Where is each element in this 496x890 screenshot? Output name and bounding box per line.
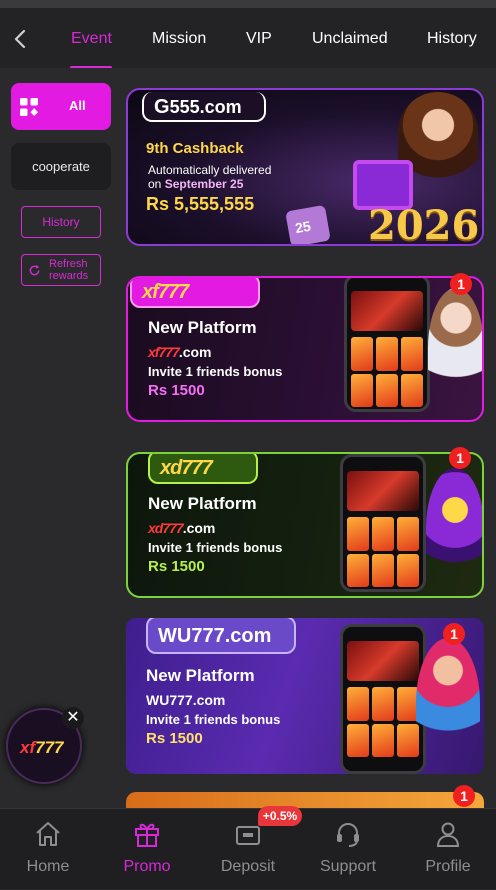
nav-home-label: Home (26, 858, 70, 875)
cashback-title: 9th Cashback (146, 140, 244, 157)
category-all-button[interactable]: All (11, 83, 111, 130)
phone-mockup (344, 278, 430, 412)
notification-badge: 1 (443, 623, 465, 645)
promo-banner-555-cashback[interactable]: G555.com 9th Cashback Automatically deli… (126, 88, 484, 246)
platform-domain: WU777.com (146, 692, 226, 708)
tab-mission[interactable]: Mission (152, 30, 206, 48)
categories-grid-icon (20, 98, 38, 116)
bonus-amount: Rs 1500 (146, 730, 203, 747)
refresh-icon (29, 264, 40, 276)
character-illustration (428, 288, 482, 408)
invite-text: Invite 1 friends bonus (148, 540, 283, 555)
headset-icon (337, 823, 359, 847)
gift-icon (135, 823, 159, 847)
refresh-rewards-button[interactable]: Refresh rewards (21, 254, 101, 286)
tab-bar: Event Mission VIP Unclaimed History (0, 8, 496, 69)
phone-mockup (340, 454, 426, 592)
calendar-icon: 25 (285, 204, 331, 244)
category-sidebar: All cooperate History Refresh rewards (0, 68, 118, 808)
nav-promo-label: Promo (123, 858, 171, 875)
notification-badge: 1 (453, 785, 475, 807)
notification-badge: 1 (449, 447, 471, 469)
nav-support[interactable]: Support (303, 809, 393, 890)
category-all-label: All (69, 98, 86, 113)
status-strip (0, 0, 496, 8)
brand-logo-555: G555.com (142, 92, 266, 122)
nav-support-label: Support (319, 858, 377, 875)
character-illustration (426, 468, 482, 588)
user-icon (436, 822, 460, 847)
floating-logo-text: xf777 (20, 738, 64, 757)
nav-promo[interactable]: Promo (102, 809, 192, 890)
headline: New Platform (148, 494, 257, 513)
tab-vip[interactable]: VIP (246, 30, 272, 48)
tab-event[interactable]: Event (71, 30, 112, 48)
bottom-navigation: Home Promo Deposit Support Profile (0, 808, 496, 889)
invite-text: Invite 1 friends bonus (148, 364, 283, 379)
headline: New Platform (146, 666, 255, 685)
category-cooperate-button[interactable]: cooperate (11, 143, 111, 190)
platform-domain: xd777.com (148, 520, 216, 536)
home-icon (36, 822, 60, 846)
cashback-amount: Rs 5,555,555 (146, 194, 255, 214)
cashback-line1: Automatically delivered (148, 163, 272, 177)
platform-domain: xf777.com (148, 344, 212, 360)
nav-profile-label: Profile (425, 858, 471, 875)
brand-logo-wu777: WU777.com (146, 618, 296, 654)
phone-mockup (340, 624, 426, 774)
tab-unclaimed[interactable]: Unclaimed (312, 30, 388, 48)
tab-history[interactable]: History (427, 30, 477, 48)
invite-text: Invite 1 friends bonus (146, 712, 281, 727)
refresh-rewards-label: Refresh rewards (49, 258, 89, 282)
brand-logo-xd777: xd777 (148, 454, 258, 484)
promo-banner-xd777[interactable]: xd777 New Platform xd777.com Invite 1 fr… (126, 452, 484, 598)
promo-banner-xf777[interactable]: xf777 New Platform xf777.com Invite 1 fr… (126, 276, 484, 422)
deposit-bonus-badge: +0.5% (258, 806, 302, 826)
notification-badge: 1 (450, 273, 472, 295)
nav-deposit-label: Deposit (220, 858, 276, 875)
year-label: 2026 (368, 202, 480, 246)
nav-profile[interactable]: Profile (403, 809, 493, 890)
nav-home[interactable]: Home (3, 809, 93, 890)
bonus-amount: Rs 1500 (148, 382, 205, 399)
cashback-line2: on September 25 (148, 177, 244, 191)
brand-logo-xf777: xf777 (130, 278, 260, 308)
promo-banner-wu777[interactable]: WU777.com New Platform WU777.com Invite … (126, 618, 484, 774)
character-illustration (416, 638, 480, 768)
close-icon[interactable]: ✕ (62, 707, 84, 729)
bonus-amount: Rs 1500 (148, 558, 205, 575)
history-button[interactable]: History (21, 206, 101, 238)
headline: New Platform (148, 318, 257, 337)
back-arrow-icon[interactable] (10, 28, 32, 50)
